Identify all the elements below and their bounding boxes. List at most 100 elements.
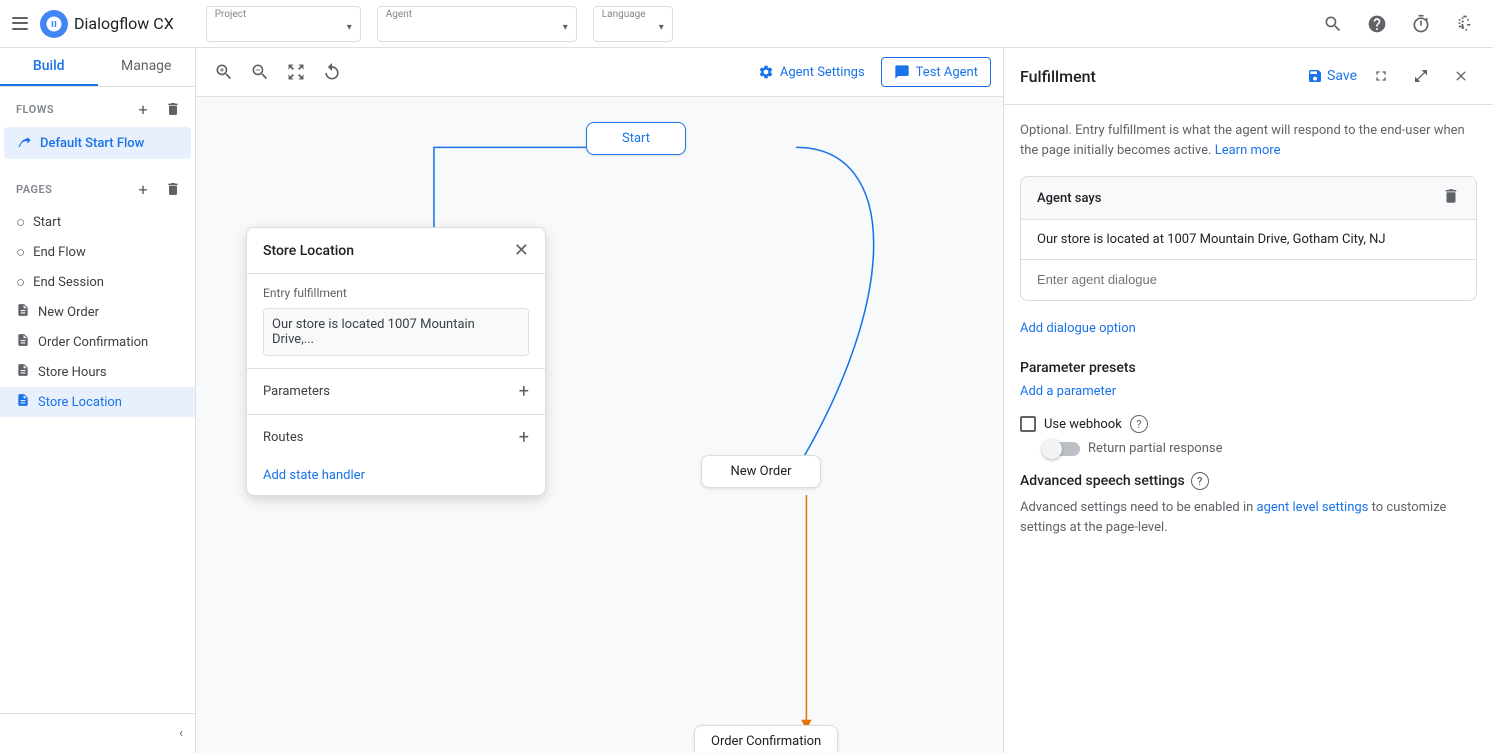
add-parameter-icon[interactable]: + <box>519 381 529 402</box>
add-state-section: Add state handler <box>247 460 545 495</box>
canvas-toolbar: Agent Settings Test Agent <box>196 48 1003 97</box>
agent-dialogue-input[interactable] <box>1037 272 1460 287</box>
popup-close-button[interactable]: ✕ <box>514 240 529 261</box>
save-button[interactable]: Save <box>1307 68 1357 84</box>
main-layout: Build Manage FLOWS + Default Start Flow … <box>0 48 1493 753</box>
agent-settings-button[interactable]: Agent Settings <box>746 58 877 86</box>
page-item-order-confirmation[interactable]: Order Confirmation <box>0 327 195 357</box>
return-partial-row: Return partial response <box>1044 441 1477 456</box>
page-item-label: Start <box>33 215 61 230</box>
add-route-icon[interactable]: + <box>519 427 529 448</box>
panel-description: Optional. Entry fulfillment is what the … <box>1020 121 1477 160</box>
order-confirmation-node-label: Order Confirmation <box>711 734 821 749</box>
toggle-knob <box>1042 439 1062 459</box>
new-order-node-label: New Order <box>730 464 791 479</box>
order-confirmation-node[interactable]: Order Confirmation <box>694 725 838 752</box>
page-item-label: End Session <box>33 275 104 290</box>
add-parameter-button[interactable]: Add a parameter <box>1020 384 1477 399</box>
fit-button[interactable] <box>280 56 312 88</box>
webhook-row: Use webhook ? <box>1020 415 1477 433</box>
agent-says-card: Agent says Our store is located at 1007 … <box>1020 176 1477 301</box>
page-item-store-hours[interactable]: Store Hours <box>0 357 195 387</box>
page-item-label: New Order <box>38 305 99 320</box>
project-dropdown[interactable]: Project ▾ <box>206 6 361 42</box>
learn-more-link[interactable]: Learn more <box>1215 143 1281 158</box>
collapse-button[interactable]: ‹ <box>175 722 187 745</box>
page-item-store-location[interactable]: Store Location <box>0 387 195 417</box>
panel-body: Optional. Entry fulfillment is what the … <box>1004 105 1493 753</box>
sidebar-tabs: Build Manage <box>0 48 195 87</box>
add-flow-button[interactable]: + <box>129 95 157 123</box>
fulfillment-panel: Fulfillment Save Optional. Entry f <box>1003 48 1493 753</box>
entry-fulfillment-label: Entry fulfillment <box>263 286 529 300</box>
webhook-help-icon[interactable]: ? <box>1130 415 1148 433</box>
flow-icon <box>16 133 32 153</box>
agent-dialogue-input-wrapper <box>1021 260 1476 300</box>
page-item-new-order[interactable]: New Order <box>0 297 195 327</box>
topbar: Dialogflow CX Project ▾ Agent ▾ Language… <box>0 0 1493 48</box>
panel-title: Fulfillment <box>1020 67 1096 86</box>
menu-icon[interactable] <box>8 12 32 36</box>
agent-says-header: Agent says <box>1021 177 1476 220</box>
start-node[interactable]: Start <box>586 122 686 155</box>
new-order-node[interactable]: New Order <box>701 455 821 488</box>
parameters-label: Parameters <box>263 384 330 399</box>
zoom-out-button[interactable] <box>244 56 276 88</box>
panel-header: Fulfillment Save <box>1004 48 1493 105</box>
reset-button[interactable] <box>316 56 348 88</box>
add-dialogue-button[interactable]: Add dialogue option <box>1020 317 1477 348</box>
agent-says-title: Agent says <box>1037 191 1101 206</box>
page-item-end-flow[interactable]: ○ End Flow <box>0 237 195 267</box>
chevron-down-icon: ▾ <box>659 22 664 33</box>
app-logo: Dialogflow CX <box>40 10 174 38</box>
test-agent-button[interactable]: Test Agent <box>881 57 991 87</box>
timer-icon-button[interactable] <box>1401 4 1441 44</box>
close-panel-button[interactable] <box>1445 60 1477 92</box>
use-webhook-checkbox[interactable] <box>1020 416 1036 432</box>
add-page-button[interactable]: + <box>129 175 157 203</box>
start-node-label: Start <box>622 131 650 146</box>
pages-actions: + <box>129 175 187 203</box>
page-item-label: Store Location <box>38 395 122 410</box>
help-icon-button[interactable] <box>1357 4 1397 44</box>
search-icon-button[interactable] <box>1313 4 1353 44</box>
apps-icon-button[interactable] <box>1445 4 1485 44</box>
panel-header-right: Save <box>1307 60 1477 92</box>
chevron-down-icon: ▾ <box>347 22 352 33</box>
expand2-button[interactable] <box>1405 60 1437 92</box>
advanced-speech-desc: Advanced settings need to be enabled in … <box>1020 498 1477 537</box>
page-item-label: Order Confirmation <box>38 335 148 350</box>
popup-title: Store Location <box>263 243 354 259</box>
popup-header: Store Location ✕ <box>247 228 545 274</box>
routes-label: Routes <box>263 430 303 445</box>
advanced-help-icon[interactable]: ? <box>1191 472 1209 490</box>
delete-agent-says-button[interactable] <box>1442 187 1460 209</box>
expand-button[interactable] <box>1365 60 1397 92</box>
advanced-speech-section: Advanced speech settings ? Advanced sett… <box>1020 472 1477 537</box>
language-dropdown[interactable]: Language ▾ <box>593 6 673 42</box>
parameters-collapsible[interactable]: Parameters + <box>247 369 545 414</box>
tab-build[interactable]: Build <box>0 48 98 86</box>
default-start-flow[interactable]: Default Start Flow <box>4 127 191 159</box>
canvas-area: Agent Settings Test Agent <box>196 48 1003 753</box>
zoom-in-button[interactable] <box>208 56 240 88</box>
use-webhook-label: Use webhook <box>1044 417 1122 432</box>
flows-actions: + <box>129 95 187 123</box>
logo-icon <box>40 10 68 38</box>
return-partial-toggle[interactable] <box>1044 442 1080 456</box>
flows-section-header: FLOWS + <box>0 87 195 127</box>
test-agent-label: Test Agent <box>916 65 978 80</box>
return-partial-label: Return partial response <box>1088 441 1222 456</box>
delete-page-button[interactable] <box>159 175 187 203</box>
agent-level-settings-link[interactable]: agent level settings <box>1257 500 1369 515</box>
agent-settings-label: Agent Settings <box>780 65 865 80</box>
flow-item-label: Default Start Flow <box>40 136 144 151</box>
routes-collapsible[interactable]: Routes + <box>247 414 545 460</box>
page-item-start[interactable]: ○ Start <box>0 207 195 237</box>
add-state-handler-button[interactable]: Add state handler <box>263 464 365 487</box>
page-item-end-session[interactable]: ○ End Session <box>0 267 195 297</box>
agent-dropdown[interactable]: Agent ▾ <box>377 6 577 42</box>
agent-dialogue-text: Our store is located at 1007 Mountain Dr… <box>1021 220 1476 260</box>
tab-manage[interactable]: Manage <box>98 48 196 86</box>
delete-flow-button[interactable] <box>159 95 187 123</box>
